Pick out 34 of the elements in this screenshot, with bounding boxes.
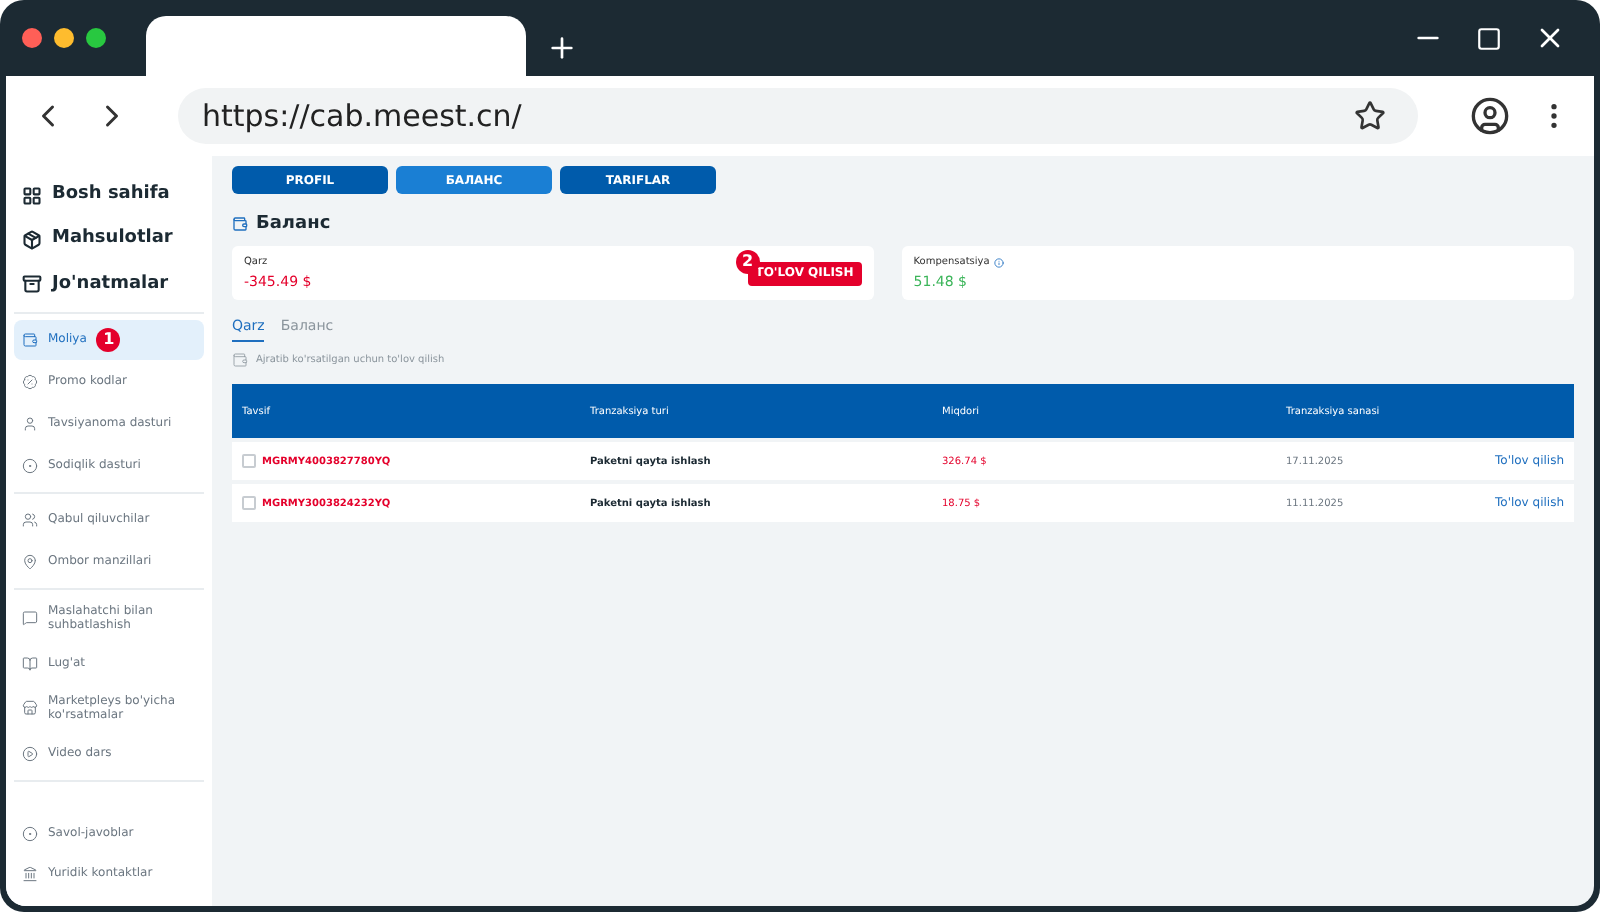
step-badge: 1 [96,327,121,352]
percent-icon [22,373,38,390]
wallet-icon [232,352,248,368]
star-icon[interactable] [1354,100,1386,132]
close-dot[interactable] [22,28,42,48]
users-icon [22,511,38,528]
box-icon [22,229,42,250]
new-tab-icon[interactable] [546,32,578,64]
row-checkbox[interactable] [242,454,256,468]
play-icon [22,745,38,762]
bank-icon [22,866,38,882]
row-checkbox[interactable] [242,496,256,510]
store-icon [22,700,38,717]
chat-icon [22,610,38,627]
minimize-dot[interactable] [54,28,74,48]
info-icon [993,257,1004,267]
sidebar-item[interactable]: Bosh sahifa [14,174,204,217]
maximize-dot[interactable] [86,28,106,48]
pin-icon [22,553,38,570]
wallet-icon [232,216,248,232]
wallet-icon [22,331,38,348]
circle-icon [22,826,38,842]
circle-icon [22,457,38,474]
avatar-icon[interactable] [1470,96,1510,136]
maximize-icon[interactable] [1476,25,1502,51]
book-icon [22,655,38,672]
sidebar-item[interactable]: Mahsulotlar [14,218,204,261]
sidebar-item[interactable]: Jo'natmalar [14,263,204,306]
grid-icon [22,185,42,206]
parcel-icon [22,274,42,295]
address-field[interactable]: https://cab.meest.cn/ [178,88,1418,144]
step-badge: 2 [735,249,760,273]
user-icon [22,415,38,432]
page-heading: Баланс [256,214,331,234]
